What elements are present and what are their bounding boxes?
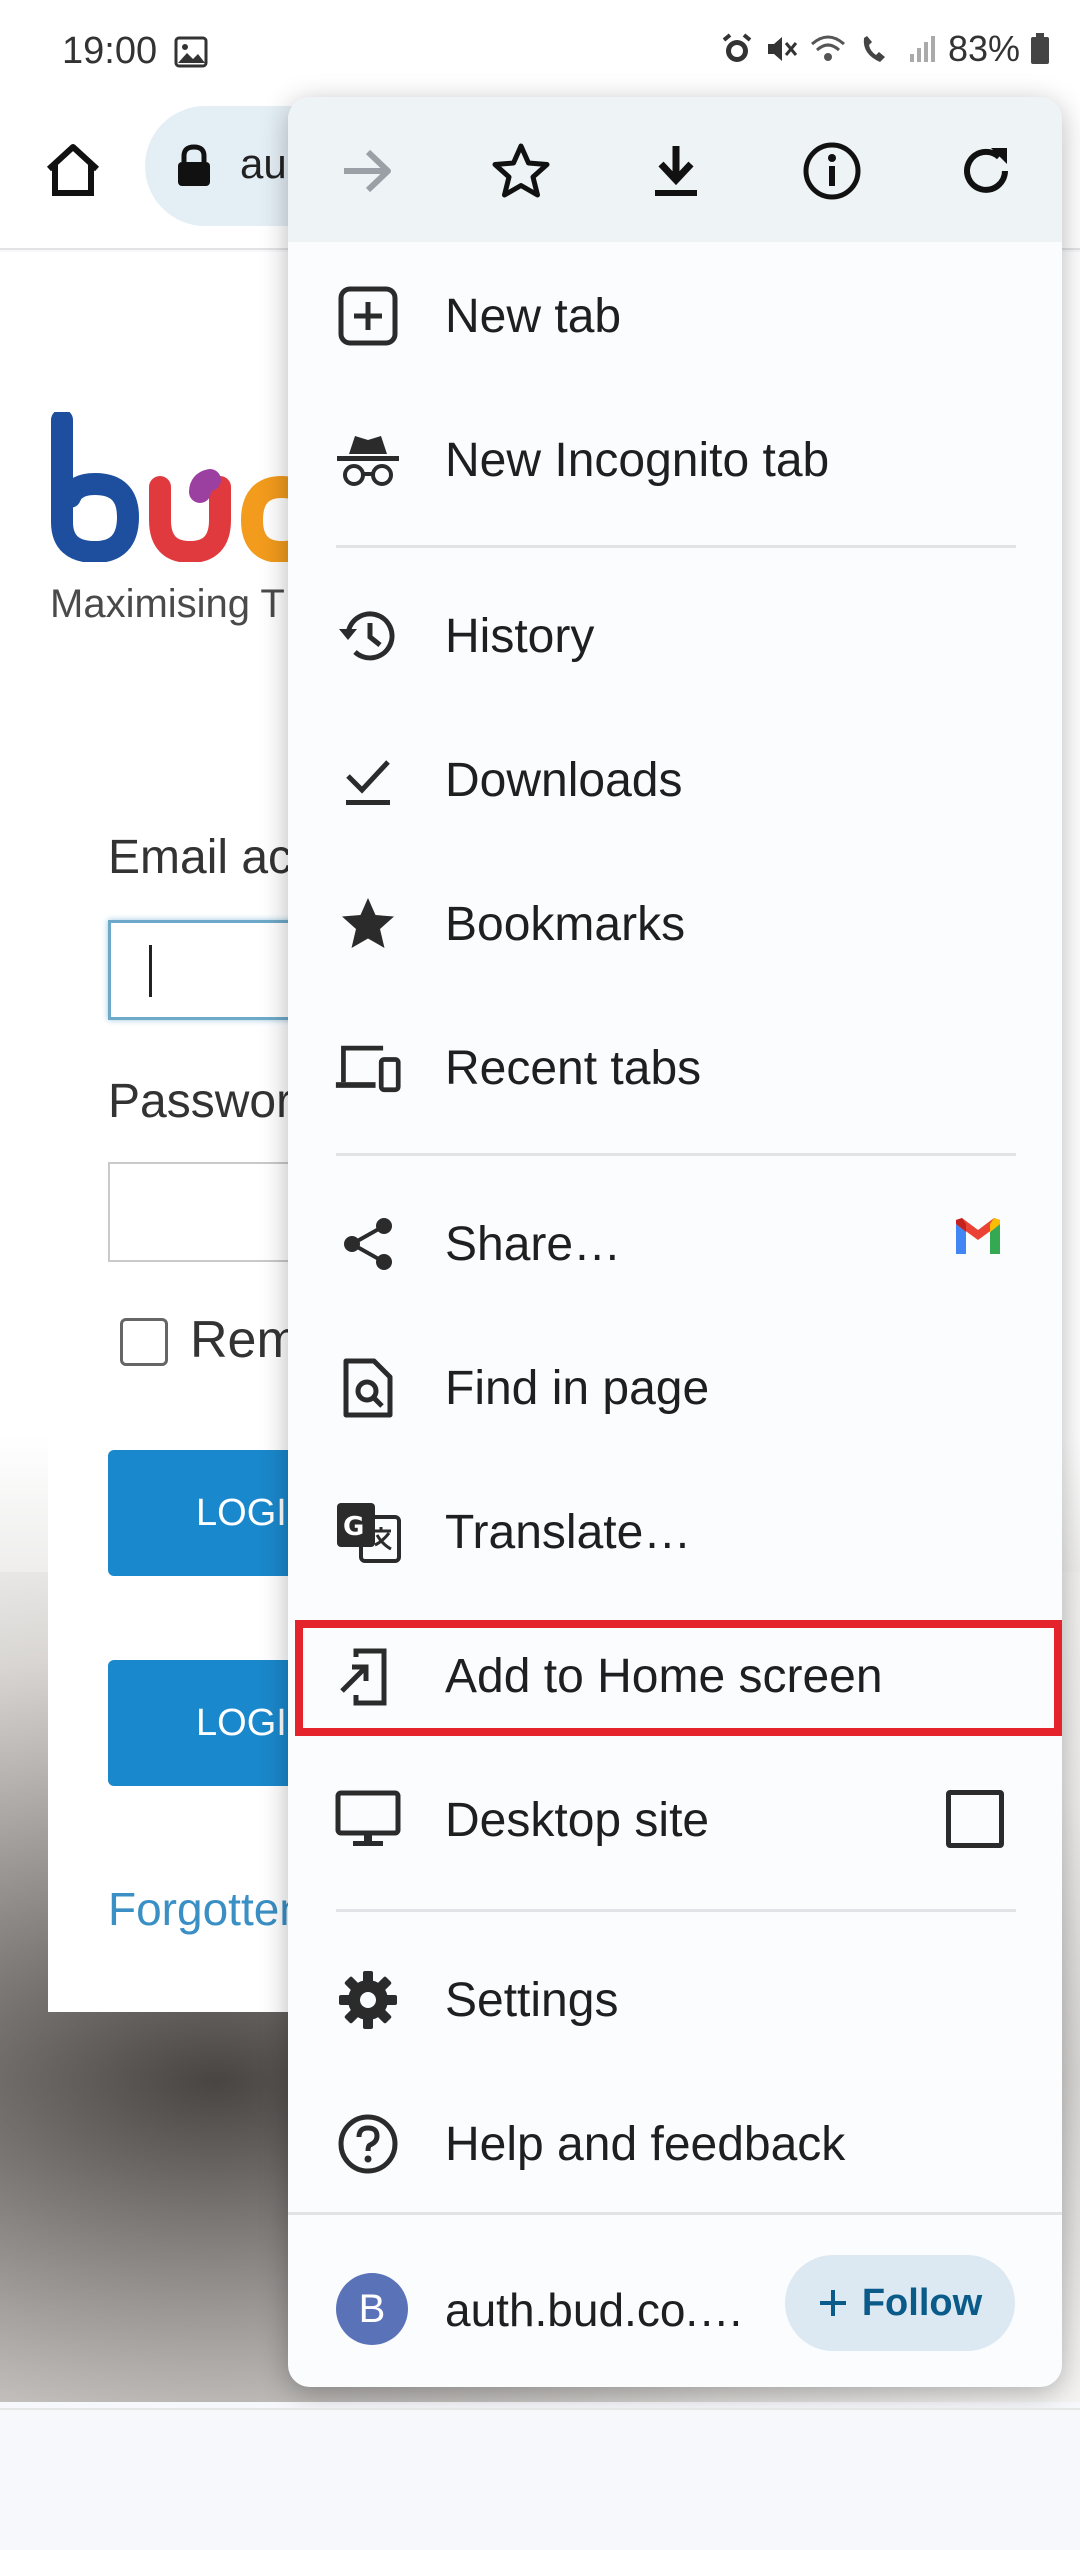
- menu-item-label: Find in page: [445, 1362, 710, 1415]
- refresh-icon: [964, 148, 1008, 193]
- downloads-icon: [334, 746, 402, 814]
- menu-divider: [336, 1153, 1016, 1156]
- menu-item-new-incognito-tab[interactable]: New Incognito tab: [288, 388, 1062, 532]
- home-button[interactable]: [38, 135, 108, 205]
- remember-me-checkbox[interactable]: [120, 1318, 168, 1366]
- download-icon: [655, 146, 697, 196]
- menu-item-translate[interactable]: G Translate…: [288, 1460, 1062, 1604]
- remember-me-label: Rem: [190, 1311, 300, 1369]
- menu-item-label: Desktop site: [445, 1794, 710, 1847]
- menu-item-label: New tab: [445, 290, 622, 343]
- menu-item-label: Bookmarks: [445, 898, 686, 951]
- menu-item-history[interactable]: History: [288, 564, 1062, 708]
- menu-item-label: Downloads: [445, 754, 683, 807]
- find-in-page-icon: [334, 1354, 402, 1422]
- bookmarks-icon: [334, 890, 402, 958]
- incognito-icon: [334, 426, 402, 494]
- follow-label: Follow: [861, 2281, 983, 2324]
- follow-button[interactable]: Follow: [785, 2255, 1015, 2351]
- lock-icon: [175, 144, 213, 193]
- site-name: auth.bud.co.…: [445, 2284, 745, 2336]
- battery-percent: 83%: [947, 28, 1020, 69]
- menu-item-desktop-site[interactable]: Desktop site: [288, 1748, 1062, 1892]
- desktop-site-checkbox[interactable]: [946, 1790, 1004, 1848]
- alarm-icon: [720, 32, 754, 66]
- menu-item-find-in-page[interactable]: Find in page: [288, 1316, 1062, 1460]
- text-caret: [149, 945, 152, 997]
- mute-icon: [764, 32, 798, 66]
- menu-item-label: Help and feedback: [445, 2118, 846, 2171]
- desktop-icon: [334, 1786, 402, 1854]
- chrome-overflow-menu: New tab New Incognito tab History Downlo…: [288, 97, 1062, 2387]
- recent-tabs-icon: [334, 1034, 402, 1102]
- url-text: au: [240, 140, 287, 187]
- email-label: Email ac: [108, 831, 293, 884]
- menu-item-bookmarks[interactable]: Bookmarks: [288, 852, 1062, 996]
- site-avatar: B: [336, 2273, 408, 2345]
- menu-item-label: Settings: [445, 1974, 619, 2027]
- menu-item-help-and-feedback[interactable]: Help and feedback: [288, 2072, 1062, 2216]
- svg-text:G: G: [343, 1512, 364, 1542]
- menu-item-downloads[interactable]: Downloads: [288, 708, 1062, 852]
- forward-button[interactable]: [330, 133, 406, 209]
- password-label: Passwor: [108, 1075, 293, 1128]
- help-icon: [334, 2110, 402, 2178]
- menu-item-recent-tabs[interactable]: Recent tabs: [288, 996, 1062, 1140]
- download-page-button[interactable]: [638, 133, 714, 209]
- menu-item-label: New Incognito tab: [445, 434, 830, 487]
- menu-item-settings[interactable]: Settings: [288, 1928, 1062, 2072]
- menu-divider: [336, 545, 1016, 548]
- status-icons: 83%: [720, 28, 1050, 70]
- site-follow-row: B auth.bud.co.… Follow: [288, 2212, 1062, 2387]
- reload-button[interactable]: [948, 133, 1024, 209]
- forgotten-password-link[interactable]: Forgotten: [108, 1882, 305, 1936]
- home-icon: [46, 144, 100, 196]
- status-time: 19:00: [62, 30, 158, 72]
- highlight-box: [295, 1620, 1062, 1736]
- history-icon: [334, 602, 402, 670]
- forward-icon: [344, 149, 391, 193]
- menu-icon-row: [288, 97, 1062, 242]
- new-tab-icon: [334, 282, 402, 350]
- menu-item-label: Translate…: [445, 1506, 692, 1559]
- menu-item-share[interactable]: Share…: [288, 1172, 1062, 1316]
- bookmark-button[interactable]: [483, 133, 559, 209]
- menu-item-new-tab[interactable]: New tab: [288, 244, 1062, 388]
- wifi-call-icon: [858, 32, 898, 66]
- menu-divider: [336, 1909, 1016, 1912]
- page-info-button[interactable]: [794, 133, 870, 209]
- menu-item-label: History: [445, 610, 595, 663]
- gmail-share-icon[interactable]: [952, 1216, 1004, 1261]
- wifi-icon: [808, 32, 848, 66]
- status-bar: 19:00 83%: [0, 0, 1080, 100]
- translate-icon: G: [334, 1498, 402, 1566]
- signal-icon: [908, 34, 938, 64]
- menu-item-label: Share…: [445, 1218, 622, 1271]
- settings-icon: [334, 1966, 402, 2034]
- battery-icon: [1030, 33, 1050, 65]
- info-icon: [803, 142, 861, 200]
- share-icon: [334, 1210, 402, 1278]
- navigation-bar: [0, 2408, 1080, 2550]
- plus-icon: [819, 2290, 846, 2316]
- tagline: Maximising T: [50, 582, 285, 626]
- menu-item-label: Recent tabs: [445, 1042, 702, 1095]
- bookmark-star-icon: [492, 143, 550, 198]
- gallery-notification-icon: [174, 36, 208, 73]
